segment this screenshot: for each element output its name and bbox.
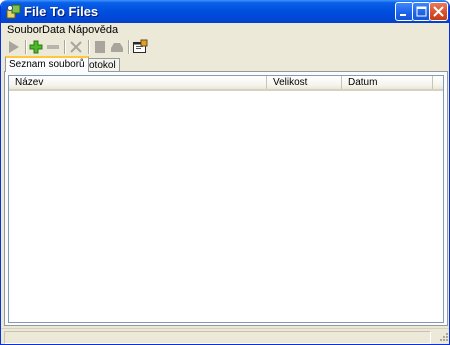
close-button[interactable] [429,2,448,21]
tab-seznam-souboru[interactable]: Seznam souborů [5,56,89,72]
add-button[interactable] [28,39,44,55]
toolbar-separator [64,40,66,54]
file-list[interactable]: Název Velikost Datum [8,75,444,323]
document-button[interactable] [92,39,108,55]
tab-panel: Název Velikost Datum [4,71,448,326]
remove-icon [47,45,59,49]
record-icon [111,43,123,52]
toolbar-separator [25,40,27,54]
menu-soubor[interactable]: Soubor [7,24,42,37]
run-button[interactable] [6,39,22,55]
delete-icon [70,41,82,53]
delete-button[interactable] [68,39,84,55]
menu-bar: Soubor Data Nápověda [1,23,449,38]
maximize-icon [416,6,427,17]
window-title: File To Files [24,4,99,19]
status-text [4,331,431,344]
file-list-header: Název Velikost Datum [9,76,443,91]
status-bar [1,328,449,344]
app-icon[interactable] [6,4,21,19]
minimize-icon [400,14,406,16]
record-button[interactable] [109,39,125,55]
menu-data[interactable]: Data [42,24,65,37]
column-header-nazev[interactable]: Název [9,76,267,89]
document-icon [95,41,105,53]
close-icon [433,6,444,17]
properties-icon [133,39,148,53]
remove-button[interactable] [45,39,61,55]
title-bar[interactable]: File To Files [1,0,449,23]
toolbar-separator [128,40,130,54]
column-header-velikost[interactable]: Velikost [267,76,342,89]
column-header-datum[interactable]: Datum [342,76,433,89]
add-icon [29,40,43,54]
main-window: File To Files Soubor Data Nápověda Sezna… [0,0,450,345]
toolbar-separator [88,40,90,54]
menu-napoveda[interactable]: Nápověda [68,24,118,37]
toolbar [1,38,449,56]
resize-grip-icon[interactable] [437,331,449,343]
properties-button[interactable] [132,39,148,55]
play-icon [9,41,19,53]
